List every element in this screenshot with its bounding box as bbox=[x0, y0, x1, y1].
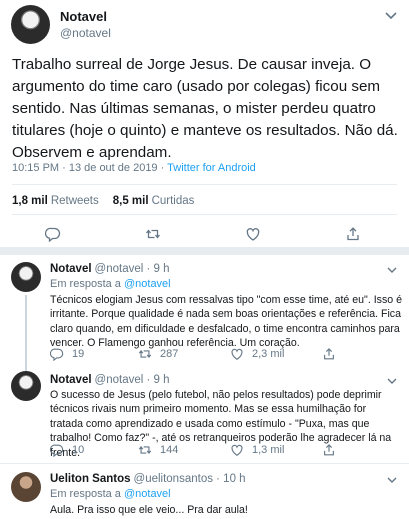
retweet-icon bbox=[138, 350, 152, 358]
reply-tweet[interactable]: Notavel @notavel · 9 h O sucesso de Jesus… bbox=[0, 371, 409, 459]
author-handle-time[interactable]: @uelitonsantos · 10 h bbox=[134, 473, 246, 485]
author-name[interactable]: Notavel bbox=[50, 374, 92, 386]
author-name[interactable]: Ueliton Santos bbox=[50, 473, 131, 485]
like-icon bbox=[231, 444, 243, 456]
reply-text: Aula. Pra isso que ele veio... Pra dar a… bbox=[50, 504, 248, 516]
avatar[interactable] bbox=[11, 371, 41, 401]
section-separator bbox=[0, 247, 409, 255]
chevron-down-icon[interactable] bbox=[385, 12, 397, 20]
reply-count: 19 bbox=[72, 348, 85, 360]
reply-prefix: Em resposta a bbox=[50, 488, 124, 500]
thread-line bbox=[25, 295, 27, 372]
divider bbox=[12, 184, 397, 185]
chevron-down-icon[interactable] bbox=[387, 378, 397, 385]
reply-icon bbox=[50, 348, 64, 361]
share-button[interactable] bbox=[322, 443, 344, 457]
reply-count: 10 bbox=[72, 444, 85, 456]
tweet-text: Trabalho surreal de Jorge Jesus. De caus… bbox=[12, 56, 398, 161]
like-icon bbox=[231, 348, 243, 360]
reply-context: Em resposta a @notavel bbox=[50, 278, 171, 290]
reply-header: Notavel @notavel · 9 h bbox=[50, 374, 170, 386]
author-handle-time[interactable]: @notavel · 9 h bbox=[95, 263, 170, 275]
reply-tweet[interactable]: Ueliton Santos @uelitonsantos · 10 h Em r… bbox=[0, 464, 409, 519]
share-button[interactable] bbox=[322, 347, 344, 361]
mention-link[interactable]: @notavel bbox=[124, 488, 171, 500]
reply-actions: 10 144 1,3 mil bbox=[50, 443, 400, 457]
reply-tweet[interactable]: Notavel @notavel · 9 h Em resposta a @not… bbox=[0, 255, 409, 372]
author-name[interactable]: Notavel bbox=[50, 263, 92, 275]
reply-icon bbox=[50, 444, 64, 457]
retweets-label: Retweets bbox=[50, 195, 99, 207]
reply-button[interactable]: 19 bbox=[50, 347, 84, 361]
share-icon bbox=[324, 348, 334, 360]
like-icon[interactable] bbox=[245, 226, 261, 242]
share-icon bbox=[324, 444, 334, 456]
retweet-icon[interactable] bbox=[145, 226, 161, 242]
avatar[interactable] bbox=[11, 472, 41, 502]
tweet-stats: 1,8 mil Retweets 8,5 mil Curtidas bbox=[12, 195, 194, 207]
like-button[interactable]: 2,3 mil bbox=[230, 347, 284, 361]
chevron-down-icon[interactable] bbox=[387, 477, 397, 484]
tweet-timestamp[interactable]: 10:15 PM · 13 de out de 2019 · bbox=[12, 162, 167, 174]
main-tweet: Notavel @notavel Trabalho surreal de Jor… bbox=[0, 0, 409, 246]
likes-label: Curtidas bbox=[151, 195, 195, 207]
reply-prefix: Em resposta a bbox=[50, 278, 124, 290]
like-count: 2,3 mil bbox=[252, 348, 285, 360]
reply-button[interactable]: 10 bbox=[50, 443, 84, 457]
retweet-button[interactable]: 144 bbox=[138, 443, 178, 457]
author-handle[interactable]: @notavel bbox=[60, 26, 111, 40]
author-name[interactable]: Notavel bbox=[60, 9, 107, 24]
retweets-count: 1,8 mil bbox=[12, 195, 48, 207]
tweet-meta: 10:15 PM · 13 de out de 2019 · Twitter f… bbox=[12, 162, 256, 174]
tweet-actions bbox=[0, 226, 409, 242]
likes-count: 8,5 mil bbox=[112, 195, 149, 207]
divider bbox=[12, 214, 397, 215]
reply-icon[interactable] bbox=[45, 226, 61, 242]
author-handle-time[interactable]: @notavel · 9 h bbox=[95, 374, 170, 386]
reply-text: Técnicos elogiam Jesus com ressalvas tip… bbox=[50, 294, 402, 350]
like-count: 1,3 mil bbox=[252, 444, 285, 456]
reply-header: Notavel @notavel · 9 h bbox=[50, 263, 170, 275]
like-button[interactable]: 1,3 mil bbox=[230, 443, 284, 457]
retweets-stat[interactable]: 1,8 mil Retweets bbox=[12, 195, 99, 207]
retweet-count: 287 bbox=[160, 348, 179, 360]
retweet-count: 144 bbox=[160, 444, 179, 456]
retweet-icon bbox=[138, 446, 152, 454]
avatar[interactable] bbox=[11, 5, 50, 44]
share-icon[interactable] bbox=[345, 226, 361, 242]
retweet-button[interactable]: 287 bbox=[138, 347, 178, 361]
chevron-down-icon[interactable] bbox=[387, 267, 397, 274]
mention-link[interactable]: @notavel bbox=[124, 278, 171, 290]
reply-actions: 19 287 2,3 mil bbox=[50, 347, 400, 361]
reply-context: Em resposta a @notavel bbox=[50, 488, 171, 500]
reply-header: Ueliton Santos @uelitonsantos · 10 h bbox=[50, 473, 246, 485]
tweet-source-link[interactable]: Twitter for Android bbox=[167, 162, 256, 174]
avatar[interactable] bbox=[11, 262, 41, 292]
likes-stat[interactable]: 8,5 mil Curtidas bbox=[113, 195, 195, 207]
